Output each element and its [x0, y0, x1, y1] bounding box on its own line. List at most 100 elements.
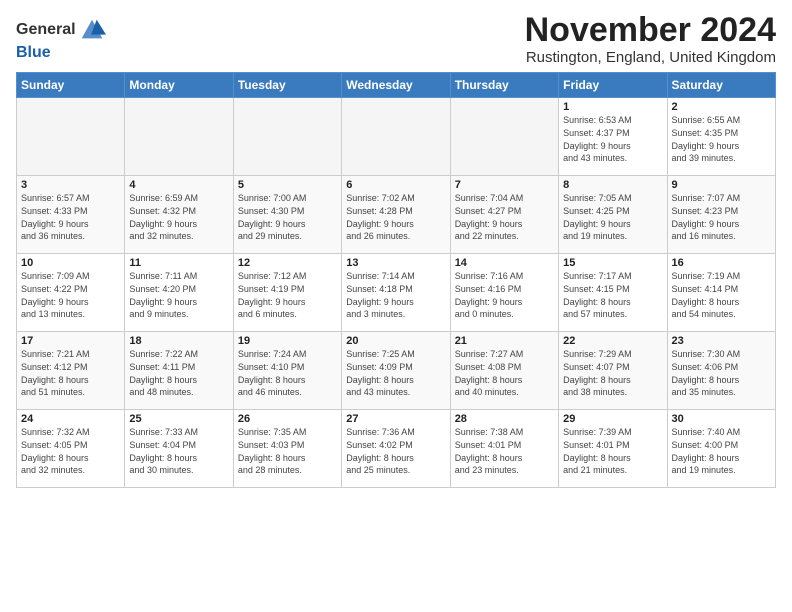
logo: General Blue: [16, 16, 106, 62]
day-info: Sunrise: 7:02 AM Sunset: 4:28 PM Dayligh…: [346, 192, 445, 242]
page-container: General Blue November 2024 Rustington, E…: [0, 0, 792, 496]
col-thursday: Thursday: [450, 73, 558, 98]
table-row: 28Sunrise: 7:38 AM Sunset: 4:01 PM Dayli…: [450, 410, 558, 488]
day-info: Sunrise: 7:32 AM Sunset: 4:05 PM Dayligh…: [21, 426, 120, 476]
col-monday: Monday: [125, 73, 233, 98]
day-number: 4: [129, 179, 228, 191]
day-number: 18: [129, 335, 228, 347]
table-row: [342, 98, 450, 176]
day-number: 2: [672, 101, 771, 113]
day-number: 17: [21, 335, 120, 347]
day-info: Sunrise: 7:27 AM Sunset: 4:08 PM Dayligh…: [455, 348, 554, 398]
day-number: 9: [672, 179, 771, 191]
calendar-week-row: 17Sunrise: 7:21 AM Sunset: 4:12 PM Dayli…: [17, 332, 776, 410]
day-info: Sunrise: 7:36 AM Sunset: 4:02 PM Dayligh…: [346, 426, 445, 476]
table-row: 30Sunrise: 7:40 AM Sunset: 4:00 PM Dayli…: [667, 410, 775, 488]
table-row: 11Sunrise: 7:11 AM Sunset: 4:20 PM Dayli…: [125, 254, 233, 332]
day-info: Sunrise: 7:21 AM Sunset: 4:12 PM Dayligh…: [21, 348, 120, 398]
table-row: 9Sunrise: 7:07 AM Sunset: 4:23 PM Daylig…: [667, 176, 775, 254]
header: General Blue November 2024 Rustington, E…: [16, 12, 776, 66]
table-row: 26Sunrise: 7:35 AM Sunset: 4:03 PM Dayli…: [233, 410, 341, 488]
day-number: 25: [129, 413, 228, 425]
day-info: Sunrise: 7:14 AM Sunset: 4:18 PM Dayligh…: [346, 270, 445, 320]
day-number: 23: [672, 335, 771, 347]
col-sunday: Sunday: [17, 73, 125, 98]
day-number: 20: [346, 335, 445, 347]
table-row: 1Sunrise: 6:53 AM Sunset: 4:37 PM Daylig…: [559, 98, 667, 176]
day-info: Sunrise: 7:16 AM Sunset: 4:16 PM Dayligh…: [455, 270, 554, 320]
day-number: 26: [238, 413, 337, 425]
location-subtitle: Rustington, England, United Kingdom: [525, 49, 776, 66]
table-row: 15Sunrise: 7:17 AM Sunset: 4:15 PM Dayli…: [559, 254, 667, 332]
table-row: 16Sunrise: 7:19 AM Sunset: 4:14 PM Dayli…: [667, 254, 775, 332]
day-info: Sunrise: 7:39 AM Sunset: 4:01 PM Dayligh…: [563, 426, 662, 476]
table-row: 13Sunrise: 7:14 AM Sunset: 4:18 PM Dayli…: [342, 254, 450, 332]
day-number: 5: [238, 179, 337, 191]
day-info: Sunrise: 7:33 AM Sunset: 4:04 PM Dayligh…: [129, 426, 228, 476]
day-info: Sunrise: 7:12 AM Sunset: 4:19 PM Dayligh…: [238, 270, 337, 320]
day-info: Sunrise: 7:25 AM Sunset: 4:09 PM Dayligh…: [346, 348, 445, 398]
table-row: 12Sunrise: 7:12 AM Sunset: 4:19 PM Dayli…: [233, 254, 341, 332]
calendar-header-row: Sunday Monday Tuesday Wednesday Thursday…: [17, 73, 776, 98]
day-info: Sunrise: 7:07 AM Sunset: 4:23 PM Dayligh…: [672, 192, 771, 242]
calendar-week-row: 24Sunrise: 7:32 AM Sunset: 4:05 PM Dayli…: [17, 410, 776, 488]
logo-general: General: [16, 21, 76, 39]
table-row: 18Sunrise: 7:22 AM Sunset: 4:11 PM Dayli…: [125, 332, 233, 410]
day-number: 7: [455, 179, 554, 191]
day-number: 16: [672, 257, 771, 269]
day-number: 21: [455, 335, 554, 347]
table-row: 22Sunrise: 7:29 AM Sunset: 4:07 PM Dayli…: [559, 332, 667, 410]
day-info: Sunrise: 7:05 AM Sunset: 4:25 PM Dayligh…: [563, 192, 662, 242]
day-number: 1: [563, 101, 662, 113]
table-row: 14Sunrise: 7:16 AM Sunset: 4:16 PM Dayli…: [450, 254, 558, 332]
month-title: November 2024: [525, 12, 776, 49]
table-row: 10Sunrise: 7:09 AM Sunset: 4:22 PM Dayli…: [17, 254, 125, 332]
day-number: 27: [346, 413, 445, 425]
day-number: 12: [238, 257, 337, 269]
day-info: Sunrise: 6:55 AM Sunset: 4:35 PM Dayligh…: [672, 114, 771, 164]
table-row: 19Sunrise: 7:24 AM Sunset: 4:10 PM Dayli…: [233, 332, 341, 410]
table-row: 7Sunrise: 7:04 AM Sunset: 4:27 PM Daylig…: [450, 176, 558, 254]
day-number: 13: [346, 257, 445, 269]
logo-icon: [78, 16, 106, 44]
calendar-week-row: 10Sunrise: 7:09 AM Sunset: 4:22 PM Dayli…: [17, 254, 776, 332]
table-row: 6Sunrise: 7:02 AM Sunset: 4:28 PM Daylig…: [342, 176, 450, 254]
day-number: 15: [563, 257, 662, 269]
day-number: 30: [672, 413, 771, 425]
day-info: Sunrise: 6:59 AM Sunset: 4:32 PM Dayligh…: [129, 192, 228, 242]
table-row: 29Sunrise: 7:39 AM Sunset: 4:01 PM Dayli…: [559, 410, 667, 488]
table-row: 17Sunrise: 7:21 AM Sunset: 4:12 PM Dayli…: [17, 332, 125, 410]
day-info: Sunrise: 7:38 AM Sunset: 4:01 PM Dayligh…: [455, 426, 554, 476]
table-row: 4Sunrise: 6:59 AM Sunset: 4:32 PM Daylig…: [125, 176, 233, 254]
title-block: November 2024 Rustington, England, Unite…: [525, 12, 776, 66]
day-info: Sunrise: 7:19 AM Sunset: 4:14 PM Dayligh…: [672, 270, 771, 320]
table-row: 27Sunrise: 7:36 AM Sunset: 4:02 PM Dayli…: [342, 410, 450, 488]
col-saturday: Saturday: [667, 73, 775, 98]
table-row: [125, 98, 233, 176]
day-info: Sunrise: 6:57 AM Sunset: 4:33 PM Dayligh…: [21, 192, 120, 242]
day-info: Sunrise: 7:35 AM Sunset: 4:03 PM Dayligh…: [238, 426, 337, 476]
day-number: 24: [21, 413, 120, 425]
col-friday: Friday: [559, 73, 667, 98]
day-info: Sunrise: 7:40 AM Sunset: 4:00 PM Dayligh…: [672, 426, 771, 476]
table-row: [233, 98, 341, 176]
table-row: 5Sunrise: 7:00 AM Sunset: 4:30 PM Daylig…: [233, 176, 341, 254]
day-number: 22: [563, 335, 662, 347]
day-number: 6: [346, 179, 445, 191]
day-info: Sunrise: 7:22 AM Sunset: 4:11 PM Dayligh…: [129, 348, 228, 398]
day-info: Sunrise: 7:11 AM Sunset: 4:20 PM Dayligh…: [129, 270, 228, 320]
table-row: [17, 98, 125, 176]
table-row: 3Sunrise: 6:57 AM Sunset: 4:33 PM Daylig…: [17, 176, 125, 254]
table-row: [450, 98, 558, 176]
day-info: Sunrise: 7:17 AM Sunset: 4:15 PM Dayligh…: [563, 270, 662, 320]
day-number: 19: [238, 335, 337, 347]
day-number: 11: [129, 257, 228, 269]
col-wednesday: Wednesday: [342, 73, 450, 98]
day-number: 29: [563, 413, 662, 425]
calendar-week-row: 1Sunrise: 6:53 AM Sunset: 4:37 PM Daylig…: [17, 98, 776, 176]
day-info: Sunrise: 6:53 AM Sunset: 4:37 PM Dayligh…: [563, 114, 662, 164]
day-info: Sunrise: 7:00 AM Sunset: 4:30 PM Dayligh…: [238, 192, 337, 242]
day-number: 3: [21, 179, 120, 191]
table-row: 24Sunrise: 7:32 AM Sunset: 4:05 PM Dayli…: [17, 410, 125, 488]
table-row: 21Sunrise: 7:27 AM Sunset: 4:08 PM Dayli…: [450, 332, 558, 410]
